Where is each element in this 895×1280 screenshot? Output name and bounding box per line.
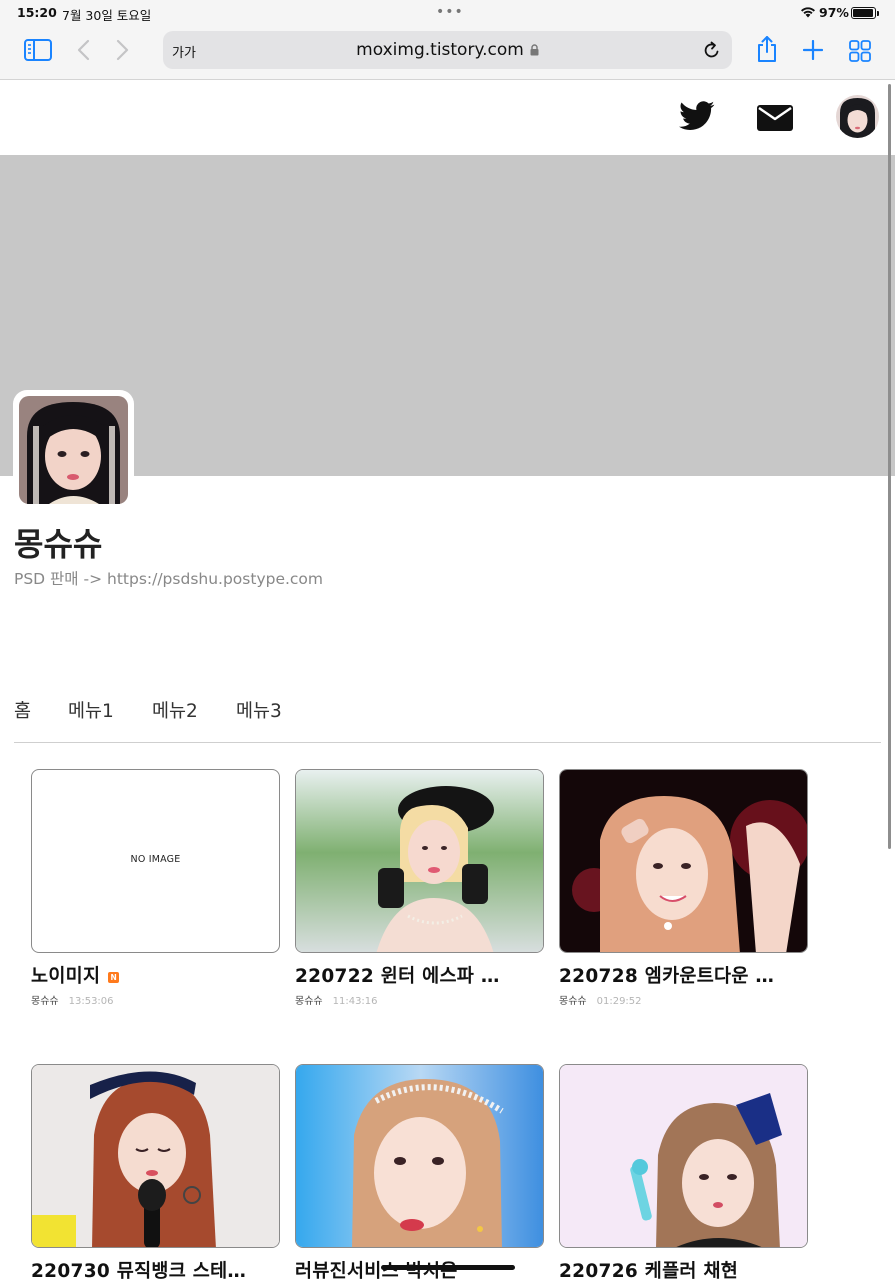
post-author: 몽슈슈	[295, 996, 323, 1007]
user-avatar[interactable]	[836, 95, 879, 138]
share-icon[interactable]	[756, 35, 778, 63]
forward-icon[interactable]	[116, 39, 130, 61]
safari-toolbar: 가가 moximg.tistory.com	[0, 26, 895, 80]
url-text: moximg.tistory.com	[356, 40, 524, 60]
post-meta: 몽슈슈 13:53:06	[31, 992, 114, 1007]
blog-nav: 홈 메뉴1 메뉴2 메뉴3	[14, 697, 881, 743]
battery-icon	[851, 7, 879, 19]
post-meta: 몽슈슈 01:29:52	[559, 992, 642, 1007]
post-time: 11:43:16	[332, 996, 378, 1007]
post-card[interactable]: NO IMAGE 노이미지 N 몽슈슈 13:53:06	[31, 769, 280, 1007]
post-time: 01:29:52	[596, 996, 642, 1007]
wifi-icon	[801, 7, 815, 18]
scrollbar[interactable]	[888, 84, 891, 849]
nav-item-menu2[interactable]: 메뉴2	[152, 697, 198, 723]
post-thumbnail[interactable]	[295, 1064, 544, 1248]
status-time: 15:20	[17, 5, 57, 20]
post-meta: 몽슈슈 11:43:16	[295, 992, 378, 1007]
post-title[interactable]: 220726 케플러 채현	[559, 1257, 738, 1280]
post-title[interactable]: 노이미지 N	[31, 962, 120, 988]
post-photo	[560, 1065, 807, 1247]
post-time: 13:53:06	[68, 996, 114, 1007]
post-thumbnail[interactable]: NO IMAGE	[31, 769, 280, 953]
blog-description: PSD 판매 -> https://psdshu.postype.com	[14, 570, 324, 588]
post-author: 몽슈슈	[31, 996, 59, 1007]
blog-title: 몽슈슈	[14, 525, 103, 563]
post-card[interactable]: 220728 엠카운트다운 … 몽슈슈 01:29:52	[559, 769, 808, 1007]
battery-fill	[853, 9, 874, 17]
post-photo	[296, 770, 543, 952]
post-title[interactable]: 220722 윈터 에스파 …	[295, 962, 500, 988]
twitter-icon[interactable]	[679, 101, 715, 131]
post-thumbnail[interactable]	[559, 1064, 808, 1248]
no-image-label: NO IMAGE	[130, 854, 181, 865]
blog-header	[0, 80, 895, 155]
reload-icon[interactable]	[703, 41, 721, 60]
post-photo	[560, 770, 807, 952]
post-card[interactable]: 220722 윈터 에스파 … 몽슈슈 11:43:16	[295, 769, 544, 1007]
sidebar-icon[interactable]	[24, 39, 52, 61]
home-indicator[interactable]	[381, 1265, 515, 1270]
status-date: 7월 30일 토요일	[62, 8, 152, 23]
post-title[interactable]: 220728 엠카운트다운 …	[559, 962, 774, 988]
nav-item-home[interactable]: 홈	[14, 697, 31, 723]
post-thumbnail[interactable]	[31, 1064, 280, 1248]
post-photo	[32, 1065, 279, 1247]
mail-icon[interactable]	[757, 105, 793, 131]
status-bar: 15:20 7월 30일 토요일 ••• 97%	[0, 0, 895, 26]
new-badge-icon: N	[108, 972, 120, 983]
post-photo	[296, 1065, 543, 1247]
cover-image	[0, 155, 895, 476]
multitasking-dots-icon[interactable]: •••	[436, 4, 464, 20]
post-card[interactable]: 러뷰진서비스 박시은	[295, 1064, 544, 1280]
post-title[interactable]: 220730 뮤직뱅크 스테…	[31, 1257, 246, 1280]
url-display[interactable]: moximg.tistory.com	[163, 40, 732, 60]
tab-overview-icon[interactable]	[849, 40, 871, 62]
address-bar[interactable]: 가가 moximg.tistory.com	[163, 31, 732, 69]
back-icon[interactable]	[76, 39, 90, 61]
post-thumbnail[interactable]	[295, 769, 544, 953]
lock-icon	[530, 44, 539, 56]
new-tab-icon[interactable]	[803, 40, 823, 60]
profile-picture[interactable]	[13, 390, 134, 510]
nav-item-menu1[interactable]: 메뉴1	[68, 697, 114, 723]
profile-photo	[19, 396, 128, 504]
battery-percent: 97%	[819, 5, 849, 20]
post-card[interactable]: 220730 뮤직뱅크 스테…	[31, 1064, 280, 1280]
post-card[interactable]: 220726 케플러 채현	[559, 1064, 808, 1280]
post-thumbnail[interactable]	[559, 769, 808, 953]
nav-item-menu3[interactable]: 메뉴3	[236, 697, 282, 723]
post-author: 몽슈슈	[559, 996, 587, 1007]
